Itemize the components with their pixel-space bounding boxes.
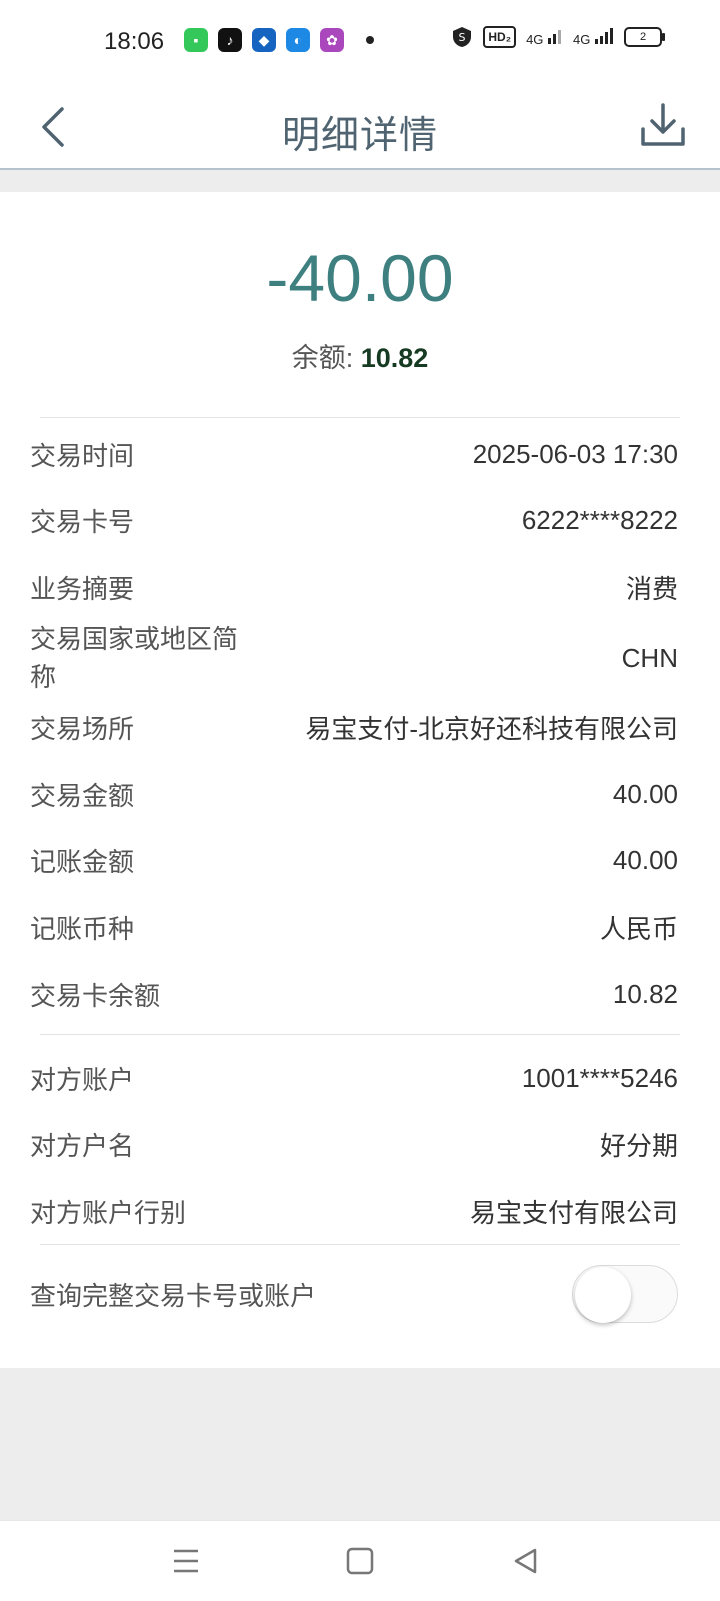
- show-full-number-toggle[interactable]: [572, 1265, 678, 1323]
- detail-value: 2025-06-03 17:30: [472, 438, 678, 469]
- signal-2-label: 4G: [573, 31, 591, 47]
- detail-value: 易宝支付有限公司: [469, 1197, 678, 1228]
- toggle-label: 查询完整交易卡号或账户: [30, 1280, 317, 1311]
- detail-label: 业务摘要: [30, 573, 135, 604]
- detail-label: 交易卡余额: [30, 980, 161, 1011]
- counterparty-row-account: 对方账户 1001****5246: [30, 1058, 678, 1098]
- detail-label: 对方账户: [30, 1064, 135, 1095]
- detail-label: 交易时间: [30, 440, 135, 471]
- detail-row-country: 交易国家或地区简称 CHN: [30, 620, 678, 696]
- detail-label: 记账币种: [30, 913, 135, 944]
- system-nav-bar: [0, 1520, 720, 1601]
- detail-row-posted-amount: 记账金额 40.00: [30, 840, 678, 880]
- detail-value: 40.00: [612, 844, 678, 875]
- download-icon: [641, 103, 685, 146]
- detail-row-summary: 业务摘要 消费: [30, 567, 678, 607]
- detail-label: 交易卡号: [30, 506, 135, 537]
- detail-row-currency: 记账币种 人民币: [30, 907, 678, 947]
- signal-4g-icon: 4G: [526, 28, 563, 47]
- detail-value: 10.82: [612, 978, 678, 1009]
- divider: [40, 1034, 680, 1035]
- notification-icons: ▪ ♪ ◆ ◐ ✿: [184, 28, 374, 52]
- message-app-icon: ▪: [184, 28, 208, 52]
- back-nav-button[interactable]: [504, 1539, 548, 1583]
- counterparty-row-bank: 对方账户行别 易宝支付有限公司: [30, 1191, 678, 1231]
- app-header: 明细详情: [0, 88, 720, 170]
- more-notifications-icon: [366, 36, 374, 44]
- toggle-knob: [575, 1267, 631, 1323]
- detail-label: 记账金额: [30, 846, 135, 877]
- detail-row-amount: 交易金额 40.00: [30, 774, 678, 814]
- detail-value: 6222****8222: [521, 504, 678, 535]
- balance-line: 余额: 10.82: [0, 336, 720, 375]
- detail-label: 交易金额: [30, 780, 135, 811]
- shield-icon: S: [453, 27, 472, 47]
- detail-value: 人民币: [599, 913, 678, 944]
- signal-bars-icon-2: [595, 27, 613, 44]
- detail-row-time: 交易时间 2025-06-03 17:30: [30, 434, 678, 474]
- home-square-icon: [346, 1547, 374, 1575]
- bank-app-icon: ◆: [252, 28, 276, 52]
- status-time: 18:06: [104, 28, 165, 55]
- balance-label: 余额:: [291, 343, 361, 373]
- toggle-row: 查询完整交易卡号或账户: [30, 1274, 550, 1314]
- shopping-app-icon: ◐: [286, 28, 310, 52]
- transaction-amount: -40.00: [266, 241, 454, 315]
- tiktok-app-icon: ♪: [218, 28, 242, 52]
- page-title: 明细详情: [281, 115, 438, 157]
- signal-1-label: 4G: [526, 31, 544, 47]
- detail-value: 易宝支付-北京好还科技有限公司: [305, 713, 678, 744]
- detail-value: 消费: [625, 573, 678, 604]
- counterparty-row-name: 对方户名 好分期: [30, 1124, 678, 1164]
- detail-value: 40.00: [612, 778, 678, 809]
- menu-icon: [174, 1549, 198, 1573]
- detail-label: 交易场所: [30, 713, 135, 744]
- detail-row-merchant: 交易场所 易宝支付-北京好还科技有限公司: [30, 707, 678, 747]
- game-app-icon: ✿: [320, 28, 344, 52]
- divider: [40, 1244, 680, 1245]
- balance-value: 10.82: [360, 343, 429, 373]
- detail-value: CHN: [621, 642, 678, 673]
- detail-value: 1001****5246: [521, 1062, 678, 1093]
- detail-label: 对方账户行别: [30, 1197, 187, 1228]
- download-button[interactable]: [636, 98, 690, 152]
- detail-row-card-balance: 交易卡余额 10.82: [30, 974, 678, 1014]
- status-bar: 18:06 ▪ ♪ ◆ ◐ ✿ S HD₂ 4G 4G 2: [0, 0, 720, 88]
- detail-label: 对方户名: [30, 1130, 135, 1161]
- transaction-detail-card: -40.00 余额: 10.82 交易时间 2025-06-03 17:30 交…: [0, 192, 720, 1368]
- system-icons: S HD₂ 4G 4G 2: [451, 26, 665, 48]
- home-button[interactable]: [338, 1539, 382, 1583]
- back-triangle-icon: [514, 1548, 537, 1574]
- signal-4g-icon-2: 4G: [573, 27, 614, 47]
- battery-icon: 2: [624, 27, 665, 47]
- signal-bars-icon: [548, 29, 562, 44]
- svg-text:S: S: [459, 31, 466, 44]
- detail-label: 交易国家或地区简称: [30, 624, 239, 692]
- hd-badge: HD₂: [483, 26, 517, 48]
- detail-value: 好分期: [599, 1130, 678, 1161]
- menu-button[interactable]: [164, 1539, 208, 1583]
- divider: [40, 417, 680, 418]
- detail-row-card-number: 交易卡号 6222****8222: [30, 500, 678, 540]
